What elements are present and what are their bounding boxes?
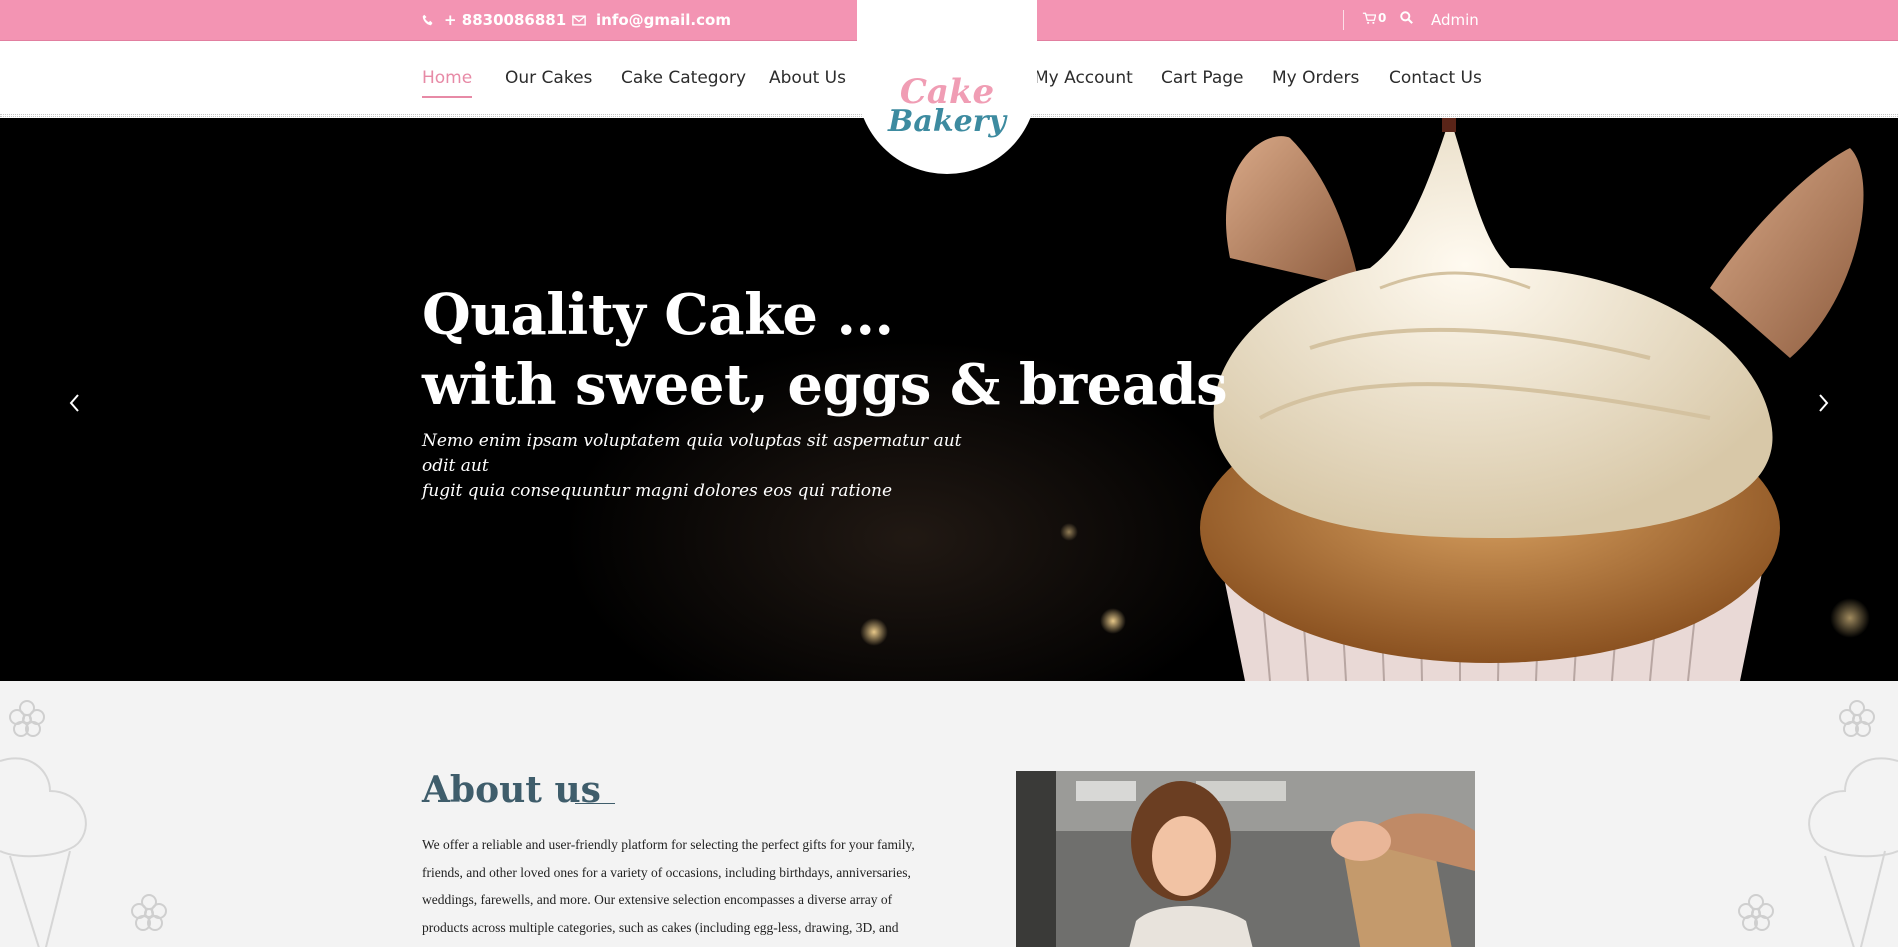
about-heading: About us bbox=[422, 769, 601, 811]
cart-count: 0 bbox=[1378, 11, 1387, 25]
cupcake-image bbox=[1200, 118, 1864, 681]
search-button[interactable] bbox=[1400, 11, 1413, 24]
nav-contact-us[interactable]: Contact Us bbox=[1389, 68, 1482, 88]
flower-decoration-icon bbox=[1839, 700, 1875, 737]
nav-home[interactable]: Home bbox=[422, 68, 473, 98]
hero-subtitle-line1: Nemo enim ipsam voluptatem quia voluptas… bbox=[422, 431, 962, 476]
site-logo[interactable]: Cake Bakery bbox=[857, 0, 1037, 174]
flower-decoration-icon bbox=[131, 894, 167, 931]
chevron-left-icon bbox=[69, 394, 79, 412]
flower-decoration-icon bbox=[1738, 894, 1774, 931]
hero-title-line1: Quality Cake ... bbox=[422, 282, 894, 348]
nav-cart-page[interactable]: Cart Page bbox=[1161, 68, 1244, 88]
flower-decoration-icon bbox=[9, 700, 45, 737]
about-body-text: We offer a reliable and user-friendly pl… bbox=[422, 837, 915, 935]
bokeh-light bbox=[1060, 523, 1078, 541]
phone-number: + 8830086881 bbox=[444, 11, 567, 29]
hero-subtitle: Nemo enim ipsam voluptatem quia voluptas… bbox=[422, 429, 982, 504]
cart-icon bbox=[1362, 12, 1376, 24]
logo-text-bakery: Bakery bbox=[888, 104, 1006, 139]
about-section: About us We offer a reliable and user-fr… bbox=[0, 681, 1898, 947]
nav-my-orders[interactable]: My Orders bbox=[1272, 68, 1359, 88]
girl-with-bag-image bbox=[1016, 771, 1475, 947]
phone-icon bbox=[422, 14, 433, 26]
ice-cream-decoration-icon bbox=[1808, 757, 1898, 947]
hero-slider: Quality Cake ... with sweet, eggs & bread… bbox=[0, 118, 1898, 681]
envelope-icon bbox=[572, 14, 586, 26]
hero-title-line2: with sweet, eggs & breads bbox=[422, 352, 1228, 418]
hero-subtitle-line2: fugit quia consequuntur magni dolores eo… bbox=[422, 481, 893, 501]
cart-button[interactable]: 0 bbox=[1362, 11, 1386, 25]
ice-cream-decoration-icon bbox=[0, 757, 87, 947]
heading-underline bbox=[575, 803, 615, 804]
nav-my-account[interactable]: My Account bbox=[1034, 68, 1133, 88]
bokeh-light bbox=[1100, 608, 1126, 634]
slider-prev-button[interactable] bbox=[60, 388, 90, 418]
hero-title: Quality Cake ... with sweet, eggs & bread… bbox=[422, 280, 1228, 420]
topbar-divider bbox=[1343, 10, 1344, 30]
nav-cake-category[interactable]: Cake Category bbox=[621, 68, 746, 88]
nav-our-cakes[interactable]: Our Cakes bbox=[505, 68, 592, 88]
email-address: info@gmail.com bbox=[596, 11, 731, 29]
bokeh-light bbox=[860, 618, 888, 646]
chevron-right-icon bbox=[1819, 394, 1829, 412]
nav-about-us[interactable]: About Us bbox=[769, 68, 846, 88]
phone-contact[interactable]: + 8830086881 bbox=[422, 11, 566, 29]
search-icon bbox=[1400, 11, 1413, 24]
slider-next-button[interactable] bbox=[1808, 388, 1838, 418]
about-photo bbox=[1016, 771, 1475, 947]
email-contact[interactable]: info@gmail.com bbox=[572, 11, 731, 29]
admin-link[interactable]: Admin bbox=[1431, 11, 1479, 29]
